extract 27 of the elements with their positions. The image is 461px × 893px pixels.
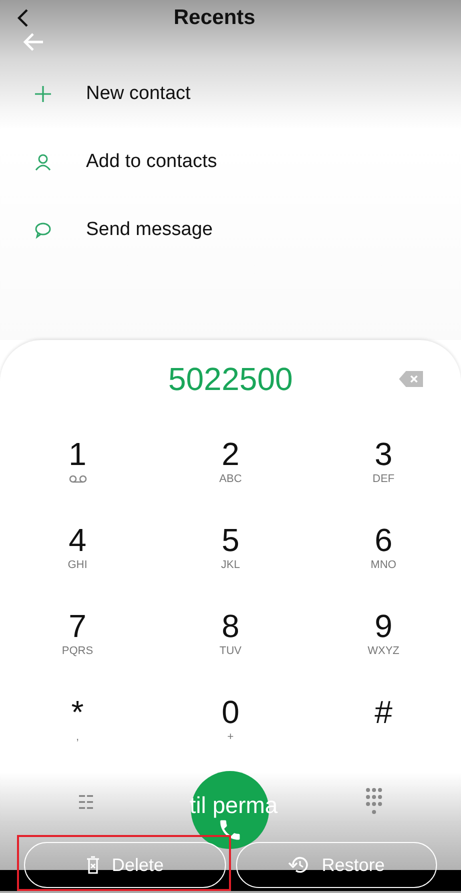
dial-key[interactable]: # [307, 676, 460, 762]
history-icon [288, 856, 310, 874]
dial-key[interactable]: 6 MNO [307, 504, 460, 590]
menu-item[interactable]: Send message [86, 219, 213, 241]
voicemail-icon [68, 475, 86, 483]
menu-item[interactable]: Add to contacts [86, 151, 217, 173]
dialed-number: 5022500 [168, 360, 293, 398]
plus-icon [34, 85, 52, 103]
dial-key[interactable]: 5 JKL [154, 504, 307, 590]
screen-title: Recents [172, 6, 256, 30]
dial-key[interactable]: 3 DEF [307, 418, 460, 504]
dial-key[interactable]: * , [1, 676, 154, 762]
dial-key[interactable]: 0 + [154, 676, 307, 762]
trash-icon [86, 856, 100, 874]
menu-lines-icon[interactable] [78, 794, 96, 810]
dial-key[interactable]: 9 WXYZ [307, 590, 460, 676]
dial-key[interactable]: 1 [1, 418, 154, 504]
chat-bubble-icon [34, 221, 52, 239]
dialpad-icon[interactable] [365, 787, 384, 817]
dial-key[interactable]: 7 PQRS [1, 590, 154, 676]
dial-key[interactable]: 2 ABC [154, 418, 307, 504]
dial-key[interactable]: 4 GHI [1, 504, 154, 590]
menu-item[interactable]: New contact [86, 83, 191, 105]
backspace-icon[interactable] [399, 371, 423, 387]
person-icon [34, 153, 52, 171]
back-icon[interactable] [16, 8, 30, 28]
dial-key[interactable]: 8 TUV [154, 590, 307, 676]
